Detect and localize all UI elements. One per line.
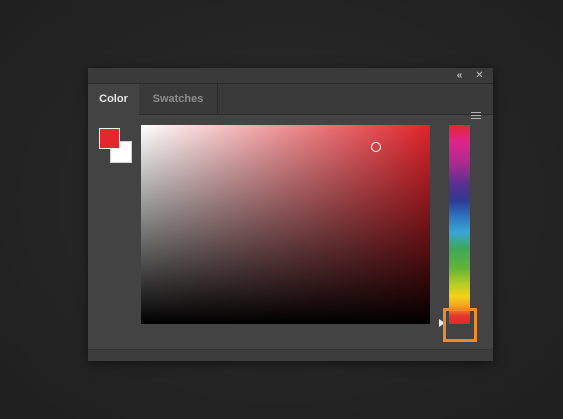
close-icon[interactable]: ✕	[473, 69, 486, 82]
panel-bottom-bar	[88, 350, 493, 361]
hue-slider-strip[interactable]	[449, 125, 470, 324]
color-field[interactable]	[141, 125, 430, 324]
color-panel: « ✕ Color Swatches	[88, 68, 493, 361]
color-picker-cursor[interactable]	[371, 142, 381, 152]
panel-titlebar[interactable]: « ✕	[88, 68, 493, 84]
foreground-color-swatch[interactable]	[99, 128, 120, 149]
tab-color[interactable]: Color	[88, 84, 139, 115]
panel-tabbar: Color Swatches	[88, 84, 493, 119]
hamburger-menu-icon[interactable]	[471, 112, 481, 120]
tab-swatches[interactable]: Swatches	[139, 84, 218, 114]
collapse-icon[interactable]: «	[452, 69, 466, 82]
highlight-annotation-box	[443, 308, 477, 342]
